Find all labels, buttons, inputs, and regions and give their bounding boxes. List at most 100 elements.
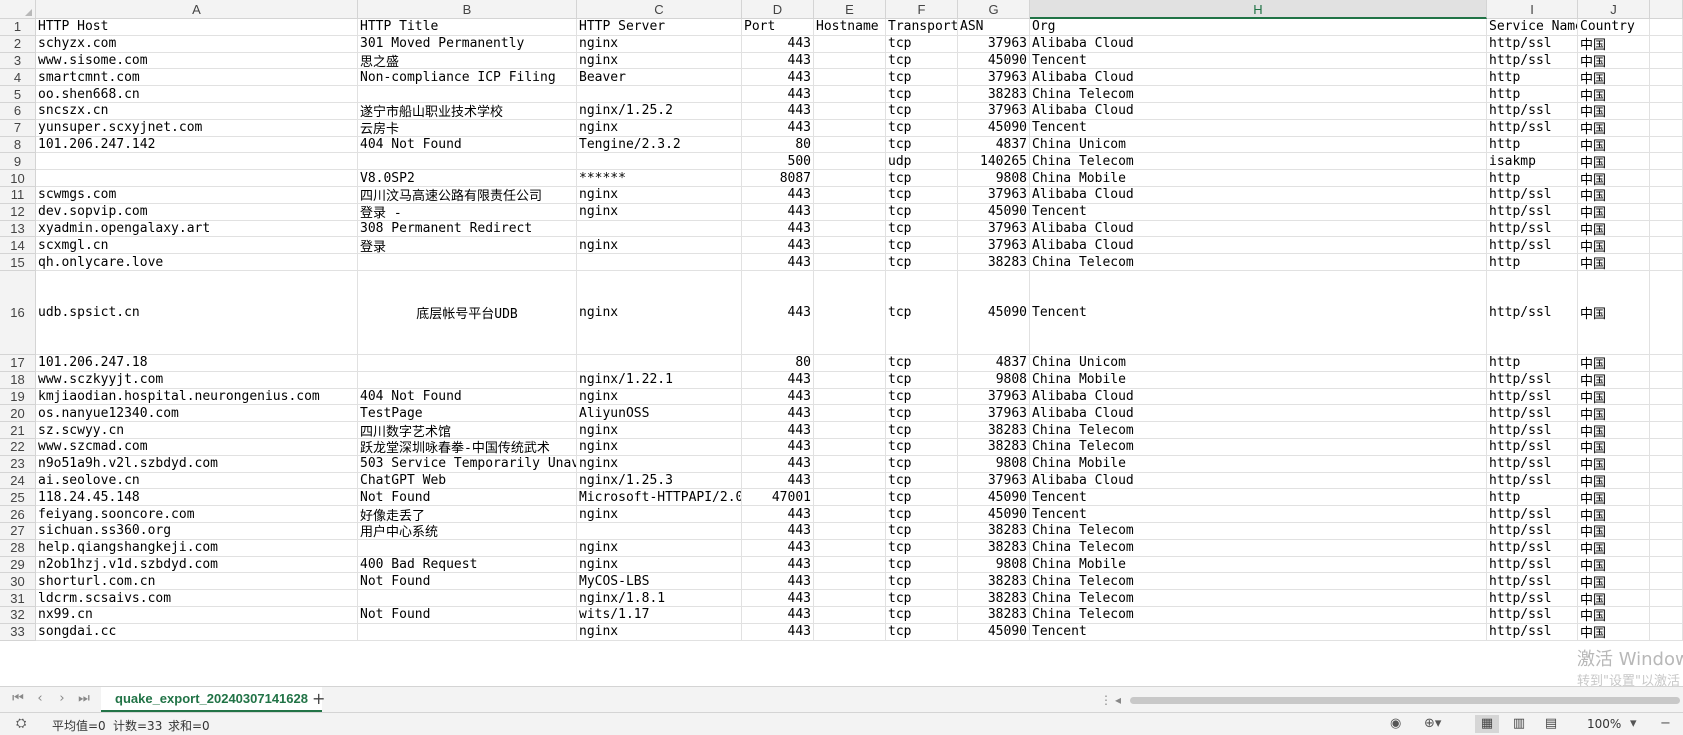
- cell-empty[interactable]: [1650, 623, 1683, 641]
- cell-h[interactable]: China Mobile: [1030, 556, 1487, 574]
- cell-h[interactable]: Alibaba Cloud: [1030, 187, 1487, 204]
- cell-j[interactable]: 中国: [1578, 355, 1650, 372]
- cell-i[interactable]: http/ssl: [1487, 623, 1578, 641]
- cell-g[interactable]: 45090: [958, 203, 1030, 221]
- cell-j[interactable]: 中国: [1578, 136, 1650, 154]
- cell-h[interactable]: China Telecom: [1030, 422, 1487, 439]
- cell-c[interactable]: [577, 254, 742, 271]
- cell-d[interactable]: 443: [742, 187, 814, 204]
- cell-c[interactable]: nginx: [577, 506, 742, 523]
- cell-d[interactable]: 443: [742, 119, 814, 137]
- cell-a[interactable]: sz.scwyy.cn: [36, 422, 358, 439]
- cell-e[interactable]: [814, 271, 886, 355]
- cell-g[interactable]: 37963: [958, 388, 1030, 406]
- cell-empty[interactable]: [1650, 271, 1683, 355]
- cell-j[interactable]: 中国: [1578, 523, 1650, 540]
- eye-protection-icon[interactable]: ◉: [1390, 716, 1401, 731]
- cell-h[interactable]: Alibaba Cloud: [1030, 388, 1487, 406]
- cell-i[interactable]: http/ssl: [1487, 607, 1578, 624]
- cell-b[interactable]: [358, 254, 577, 271]
- cell-empty[interactable]: [1650, 607, 1683, 624]
- normal-view-icon[interactable]: ▦: [1475, 715, 1499, 733]
- cell-g[interactable]: 4837: [958, 355, 1030, 372]
- page-break-view-icon[interactable]: ▤: [1539, 715, 1563, 733]
- cell-j[interactable]: 中国: [1578, 623, 1650, 641]
- cell-a[interactable]: qh.onlycare.love: [36, 254, 358, 271]
- cell-e[interactable]: [814, 254, 886, 271]
- cell-g[interactable]: 38283: [958, 422, 1030, 439]
- cell-c[interactable]: [577, 86, 742, 103]
- cell-empty[interactable]: [1650, 237, 1683, 255]
- cell-c[interactable]: nginx: [577, 455, 742, 473]
- cell-j[interactable]: 中国: [1578, 203, 1650, 221]
- cell-g[interactable]: 37963: [958, 187, 1030, 204]
- page-layout-view-icon[interactable]: ▥: [1507, 715, 1531, 733]
- row-header[interactable]: 20: [0, 405, 36, 423]
- macro-icon[interactable]: ⛭: [16, 716, 26, 731]
- cell-empty[interactable]: [1650, 506, 1683, 523]
- cell-b[interactable]: Not Found: [358, 607, 577, 624]
- cell-d[interactable]: 443: [742, 52, 814, 70]
- cell-h[interactable]: China Mobile: [1030, 170, 1487, 187]
- cell-a[interactable]: ldcrm.scsaivs.com: [36, 590, 358, 607]
- cell-j[interactable]: 中国: [1578, 187, 1650, 204]
- cell-h[interactable]: China Mobile: [1030, 371, 1487, 389]
- cell-empty[interactable]: [1650, 119, 1683, 137]
- cell-i[interactable]: http/ssl: [1487, 472, 1578, 490]
- cell-g[interactable]: 37963: [958, 405, 1030, 423]
- cell-j[interactable]: 中国: [1578, 539, 1650, 557]
- cell-c[interactable]: ******: [577, 170, 742, 187]
- cell-d[interactable]: 443: [742, 539, 814, 557]
- cell-c[interactable]: nginx: [577, 271, 742, 355]
- cell-c[interactable]: nginx: [577, 388, 742, 406]
- cell-g[interactable]: 37963: [958, 35, 1030, 53]
- last-sheet-icon[interactable]: ⏭: [74, 691, 94, 706]
- cell-h[interactable]: Tencent: [1030, 271, 1487, 355]
- cell-d[interactable]: 500: [742, 153, 814, 171]
- cell-e[interactable]: [814, 523, 886, 540]
- cell-f[interactable]: tcp: [886, 556, 958, 574]
- cell-e[interactable]: [814, 539, 886, 557]
- cell-c[interactable]: MyCOS-LBS: [577, 573, 742, 591]
- cell-d[interactable]: 443: [742, 607, 814, 624]
- cell-i[interactable]: http/ssl: [1487, 371, 1578, 389]
- cell-f[interactable]: tcp: [886, 271, 958, 355]
- cell-j[interactable]: 中国: [1578, 472, 1650, 490]
- horizontal-scrollbar[interactable]: [1130, 697, 1680, 704]
- cell-i[interactable]: http/ssl: [1487, 237, 1578, 255]
- cell-empty[interactable]: [1650, 539, 1683, 557]
- cell-j[interactable]: 中国: [1578, 153, 1650, 171]
- cell-g[interactable]: 9808: [958, 556, 1030, 574]
- cell-c[interactable]: nginx/1.25.2: [577, 103, 742, 120]
- cell-g[interactable]: 45090: [958, 623, 1030, 641]
- cell-i[interactable]: http: [1487, 170, 1578, 187]
- cell-c[interactable]: nginx: [577, 237, 742, 255]
- cell-empty[interactable]: [1650, 254, 1683, 271]
- cell-d[interactable]: 443: [742, 506, 814, 523]
- cell-d[interactable]: 443: [742, 523, 814, 540]
- row-header[interactable]: 5: [0, 86, 36, 103]
- cell-e[interactable]: [814, 556, 886, 574]
- cell-f[interactable]: tcp: [886, 35, 958, 53]
- cell-empty[interactable]: [1650, 203, 1683, 221]
- cell-f[interactable]: tcp: [886, 405, 958, 423]
- cell-i[interactable]: http/ssl: [1487, 119, 1578, 137]
- row-header[interactable]: 10: [0, 170, 36, 187]
- cell-b[interactable]: 跃龙堂深圳咏春拳-中国传统武术: [358, 439, 577, 456]
- cell-c[interactable]: nginx: [577, 203, 742, 221]
- cell-e[interactable]: [814, 455, 886, 473]
- cell-a[interactable]: n9o51a9h.v2l.szbdyd.com: [36, 455, 358, 473]
- cell-a[interactable]: ai.seolove.cn: [36, 472, 358, 490]
- cell-f[interactable]: tcp: [886, 170, 958, 187]
- cell-c[interactable]: AliyunOSS: [577, 405, 742, 423]
- cell-i[interactable]: http/ssl: [1487, 52, 1578, 70]
- cell-b[interactable]: HTTP Title: [358, 19, 577, 36]
- cell-j[interactable]: 中国: [1578, 607, 1650, 624]
- cell-c[interactable]: nginx/1.8.1: [577, 590, 742, 607]
- cell-b[interactable]: [358, 623, 577, 641]
- cell-j[interactable]: 中国: [1578, 103, 1650, 120]
- cell-f[interactable]: tcp: [886, 254, 958, 271]
- row-header[interactable]: 25: [0, 489, 36, 507]
- cell-e[interactable]: [814, 472, 886, 490]
- column-header-a[interactable]: A: [36, 0, 358, 19]
